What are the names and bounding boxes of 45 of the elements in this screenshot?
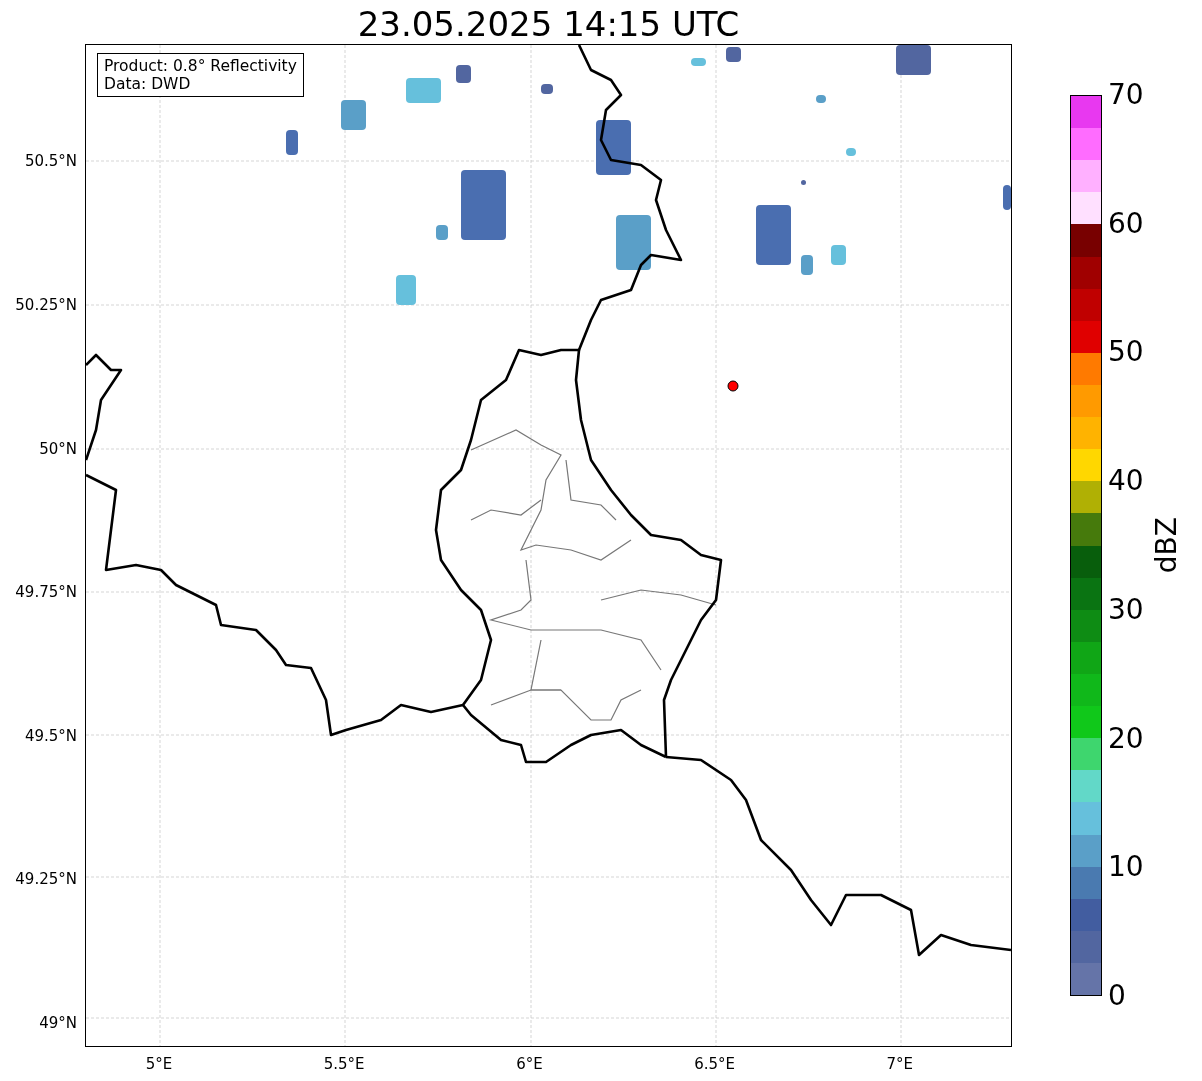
radar-echo (801, 255, 813, 276)
radar-echo (456, 65, 471, 84)
colorbar-tick-label: 40 (1108, 467, 1144, 496)
info-text: Data: DWD (104, 75, 192, 94)
radar-echo (691, 58, 706, 67)
radar-echo (541, 84, 553, 95)
radar-echo (396, 275, 416, 306)
radar-echo (406, 78, 441, 104)
colorbar-tick-label: 70 (1108, 81, 1144, 109)
radar-echo (756, 205, 791, 266)
radar-echo (896, 45, 931, 76)
radar-echo (816, 95, 826, 104)
longitude-tick-label: 7°E (886, 1055, 914, 1074)
longitude-tick-label: 5°E (145, 1055, 173, 1074)
radar-echo (596, 120, 631, 176)
colorbar-tick-label: 60 (1108, 209, 1144, 238)
longitude-tick-label: 6.5°E (694, 1055, 735, 1074)
info-text: Product: 0.8° Reflectivity (104, 57, 297, 76)
latitude-tick-label: 50.25°N (15, 296, 77, 315)
radar-echo (846, 148, 856, 157)
radar-echo (461, 170, 506, 241)
longitude-tick-label: 5.5°E (323, 1055, 365, 1074)
radar-echo (831, 245, 846, 266)
location-marker (727, 380, 739, 392)
latitude-tick-label: 49.25°N (15, 870, 77, 889)
radar-echo (1003, 185, 1011, 211)
radar-echo (436, 225, 448, 241)
latitude-tick-label: 50.5°N (24, 152, 77, 171)
colorbar-tick-label: 20 (1108, 724, 1144, 753)
colorbar-label: dBZ (1150, 517, 1183, 574)
longitude-tick-label: 6°E (516, 1055, 543, 1074)
colorbar-tick-label: 10 (1108, 853, 1144, 882)
colorbar-tick-label: 0 (1108, 982, 1126, 1010)
radar-echo (286, 130, 298, 156)
latitude-tick-label: 49.75°N (15, 583, 77, 602)
colorbar-tick-label: 50 (1108, 338, 1144, 367)
latitude-tick-label: 49.5°N (24, 726, 77, 745)
radar-echo (726, 47, 741, 63)
radar-echo (801, 180, 806, 186)
colorbar-tick-label: 30 (1108, 595, 1144, 624)
latitude-tick-label: 50°N (39, 439, 77, 458)
radar-echo (341, 100, 366, 131)
radar-echo (616, 215, 651, 271)
chart-title: 23.05.2025 14:15 UTC (356, 3, 741, 45)
latitude-tick-label: 49°N (39, 1014, 77, 1033)
